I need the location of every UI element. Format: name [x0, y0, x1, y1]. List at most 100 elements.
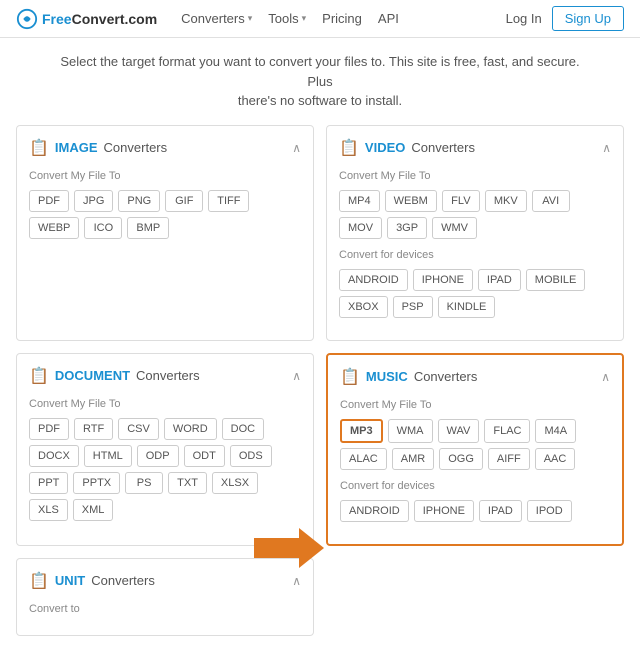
- format-ps[interactable]: PS: [125, 472, 163, 494]
- nav-converters[interactable]: Converters ▾: [181, 11, 252, 26]
- subtitle: Select the target format you want to con…: [0, 38, 640, 125]
- format-aiff[interactable]: AIFF: [488, 448, 530, 470]
- format-flv[interactable]: FLV: [442, 190, 480, 212]
- format-webm[interactable]: WEBM: [385, 190, 437, 212]
- document-card-icon: 📋: [29, 366, 49, 386]
- music-section-label: Convert My File To: [340, 399, 610, 411]
- device-xbox[interactable]: XBOX: [339, 296, 388, 318]
- document-card-header: 📋 DOCUMENT Converters ∧: [29, 366, 301, 386]
- nav-pricing[interactable]: Pricing: [322, 11, 362, 26]
- signup-button[interactable]: Sign Up: [552, 6, 624, 31]
- format-ods[interactable]: ODS: [230, 445, 272, 467]
- device-iphone[interactable]: IPHONE: [413, 269, 473, 291]
- header-right: Log In Sign Up: [506, 6, 624, 31]
- device-mobile[interactable]: MOBILE: [526, 269, 586, 291]
- format-m4a[interactable]: M4A: [535, 419, 576, 443]
- image-card-icon: 📋: [29, 138, 49, 158]
- music-device-ipod[interactable]: IPOD: [527, 500, 572, 522]
- format-gif[interactable]: GIF: [165, 190, 203, 212]
- image-card: 📋 IMAGE Converters ∧ Convert My File To …: [16, 125, 314, 341]
- format-mp3[interactable]: MP3: [340, 419, 383, 443]
- format-xml[interactable]: XML: [73, 499, 114, 521]
- format-pdf[interactable]: PDF: [29, 190, 69, 212]
- unit-card-header: 📋 UNIT Converters ∧: [29, 571, 301, 591]
- unit-card-icon: 📋: [29, 571, 49, 591]
- format-avi[interactable]: AVI: [532, 190, 570, 212]
- video-card-header: 📋 VIDEO Converters ∧: [339, 138, 611, 158]
- nav-api[interactable]: API: [378, 11, 399, 26]
- format-pptx[interactable]: PPTX: [73, 472, 120, 494]
- format-word[interactable]: WORD: [164, 418, 217, 440]
- format-jpg[interactable]: JPG: [74, 190, 113, 212]
- format-odp[interactable]: ODP: [137, 445, 179, 467]
- format-3gp[interactable]: 3GP: [387, 217, 427, 239]
- music-card-chevron-icon[interactable]: ∧: [601, 370, 610, 384]
- format-ico[interactable]: ICO: [84, 217, 122, 239]
- image-card-header: 📋 IMAGE Converters ∧: [29, 138, 301, 158]
- device-ipad[interactable]: IPAD: [478, 269, 521, 291]
- music-devices-grid: ANDROID IPHONE IPAD IPOD: [340, 500, 610, 522]
- format-mkv[interactable]: MKV: [485, 190, 527, 212]
- format-ogg[interactable]: OGG: [439, 448, 483, 470]
- format-html[interactable]: HTML: [84, 445, 132, 467]
- device-kindle[interactable]: KINDLE: [438, 296, 496, 318]
- format-webp[interactable]: WEBP: [29, 217, 79, 239]
- format-xls[interactable]: XLS: [29, 499, 68, 521]
- converters-chevron-icon: ▾: [248, 13, 253, 24]
- image-card-title: 📋 IMAGE Converters: [29, 138, 167, 158]
- device-android[interactable]: ANDROID: [339, 269, 408, 291]
- music-card-icon: 📋: [340, 367, 360, 387]
- format-pdf-doc[interactable]: PDF: [29, 418, 69, 440]
- video-devices-label: Convert for devices: [339, 249, 611, 261]
- unit-card-chevron-icon[interactable]: ∧: [292, 574, 301, 588]
- document-section-label: Convert My File To: [29, 398, 301, 410]
- video-devices-grid: ANDROID IPHONE IPAD MOBILE XBOX PSP KIND…: [339, 269, 611, 318]
- format-txt[interactable]: TXT: [168, 472, 207, 494]
- unit-section-label: Convert to: [29, 603, 301, 615]
- video-card-chevron-icon[interactable]: ∧: [602, 141, 611, 155]
- video-card-icon: 📋: [339, 138, 359, 158]
- format-csv[interactable]: CSV: [118, 418, 159, 440]
- format-mov[interactable]: MOV: [339, 217, 382, 239]
- format-wav[interactable]: WAV: [438, 419, 480, 443]
- format-amr[interactable]: AMR: [392, 448, 434, 470]
- format-wma[interactable]: WMA: [388, 419, 433, 443]
- format-xlsx[interactable]: XLSX: [212, 472, 258, 494]
- music-card: 📋 MUSIC Converters ∧ Convert My File To …: [326, 353, 624, 546]
- music-format-grid: MP3 WMA WAV FLAC M4A ALAC AMR OGG AIFF A…: [340, 419, 610, 470]
- header: FreeConvert.com Converters ▾ Tools ▾ Pri…: [0, 0, 640, 38]
- format-docx[interactable]: DOCX: [29, 445, 79, 467]
- music-device-ipad[interactable]: IPAD: [479, 500, 522, 522]
- music-card-wrapper: 📋 MUSIC Converters ∧ Convert My File To …: [326, 353, 624, 546]
- logo[interactable]: FreeConvert.com: [16, 8, 157, 30]
- format-flac[interactable]: FLAC: [484, 419, 530, 443]
- document-card-title: 📋 DOCUMENT Converters: [29, 366, 200, 386]
- logo-free: Free: [42, 11, 72, 27]
- format-alac[interactable]: ALAC: [340, 448, 387, 470]
- music-card-title: 📋 MUSIC Converters: [340, 367, 477, 387]
- login-button[interactable]: Log In: [506, 11, 542, 26]
- format-aac[interactable]: AAC: [535, 448, 576, 470]
- tools-chevron-icon: ▾: [302, 13, 307, 24]
- format-ppt[interactable]: PPT: [29, 472, 68, 494]
- music-device-iphone[interactable]: IPHONE: [414, 500, 474, 522]
- format-odt[interactable]: ODT: [184, 445, 225, 467]
- image-format-grid: PDF JPG PNG GIF TIFF WEBP ICO BMP: [29, 190, 301, 239]
- format-tiff[interactable]: TIFF: [208, 190, 249, 212]
- format-mp4[interactable]: MP4: [339, 190, 380, 212]
- format-doc[interactable]: DOC: [222, 418, 264, 440]
- device-psp[interactable]: PSP: [393, 296, 433, 318]
- nav-tools[interactable]: Tools ▾: [268, 11, 306, 26]
- format-rtf[interactable]: RTF: [74, 418, 113, 440]
- format-bmp[interactable]: BMP: [127, 217, 169, 239]
- music-device-android[interactable]: ANDROID: [340, 500, 409, 522]
- video-format-grid: MP4 WEBM FLV MKV AVI MOV 3GP WMV: [339, 190, 611, 239]
- image-card-chevron-icon[interactable]: ∧: [292, 141, 301, 155]
- format-png[interactable]: PNG: [118, 190, 160, 212]
- video-card-title: 📋 VIDEO Converters: [339, 138, 475, 158]
- format-wmv[interactable]: WMV: [432, 217, 477, 239]
- document-card: 📋 DOCUMENT Converters ∧ Convert My File …: [16, 353, 314, 546]
- image-section-label: Convert My File To: [29, 170, 301, 182]
- music-card-header: 📋 MUSIC Converters ∧: [340, 367, 610, 387]
- document-card-chevron-icon[interactable]: ∧: [292, 369, 301, 383]
